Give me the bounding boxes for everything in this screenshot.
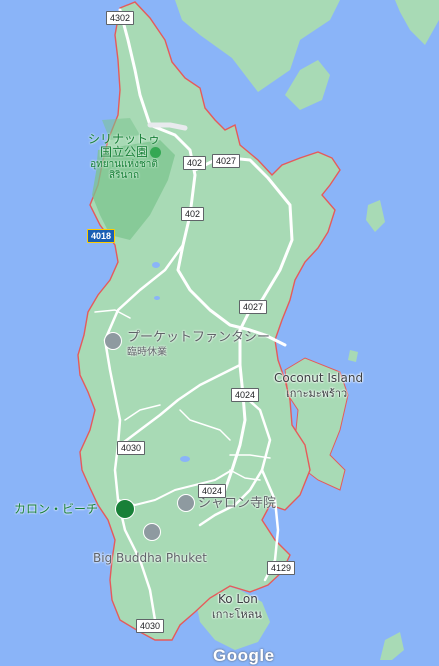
route-shield-4024-north: 4024 xyxy=(231,388,260,402)
place-coconut-island[interactable]: Coconut Island xyxy=(274,371,363,385)
poi-phuket-fantasea[interactable]: プーケットファンタシー xyxy=(127,330,270,345)
park-thai-line2: สิรินาถ xyxy=(109,170,139,182)
google-logo: Google xyxy=(213,646,275,665)
beach-pin-icon[interactable] xyxy=(115,499,135,519)
poi-big-buddha[interactable]: Big Buddha Phuket xyxy=(93,551,207,565)
route-shield-4027-north: 4027 xyxy=(212,154,241,168)
route-shield-402-south: 402 xyxy=(181,207,205,221)
poi-chalong-temple[interactable]: シャロン寺院 xyxy=(198,496,276,511)
reservoir-a xyxy=(152,262,160,268)
buddha-pin-icon[interactable] xyxy=(143,523,161,541)
route-shield-4024-south: 4024 xyxy=(198,484,227,498)
theater-pin-icon[interactable] xyxy=(104,332,122,350)
reservoir-c xyxy=(180,456,190,462)
place-ko-lon-thai: เกาะโหลน xyxy=(212,608,262,621)
place-ko-lon[interactable]: Ko Lon xyxy=(218,592,258,606)
route-shield-4129: 4129 xyxy=(267,561,296,575)
route-shield-4018: 4018 xyxy=(87,229,116,243)
route-shield-4030-north: 4030 xyxy=(117,441,146,455)
route-shield-402-north: 402 xyxy=(183,156,207,170)
temple-pin-icon[interactable] xyxy=(177,494,195,512)
park-tree-icon xyxy=(150,147,161,158)
route-shield-4027-south: 4027 xyxy=(239,300,268,314)
national-park-label[interactable]: シリナットゥ 国立公園 อุทยานแห่งชาติ สิรินาถ xyxy=(88,132,160,182)
route-shield-4302: 4302 xyxy=(106,11,135,25)
place-coconut-island-thai: เกาะมะพร้าว xyxy=(286,387,348,400)
map-canvas[interactable]: シリナットゥ 国立公園 อุทยานแห่งชาติ สิรินาถ プーケット… xyxy=(0,0,439,665)
poi-karon-beach[interactable]: カロン・ビーチ xyxy=(14,502,98,516)
reservoir-b xyxy=(154,296,160,300)
park-thai-line1: อุทยานแห่งชาติ xyxy=(90,159,158,171)
route-shield-4030-south: 4030 xyxy=(136,619,165,633)
poi-fantasea-status: 臨時休業 xyxy=(127,347,167,358)
